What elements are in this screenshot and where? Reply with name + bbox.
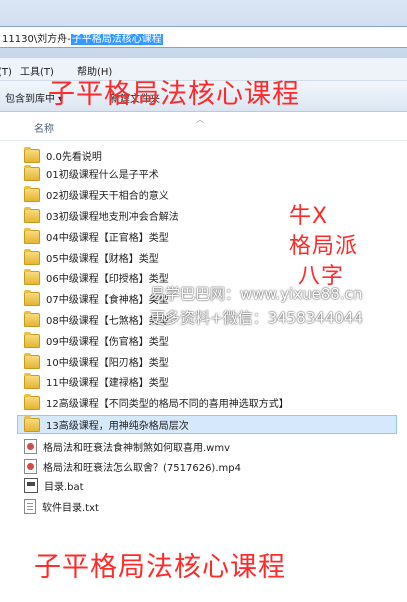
- address-path-prefix: 11130\刘方舟-: [2, 34, 71, 45]
- file-name: 03初级课程地支刑冲会合解法: [46, 212, 179, 223]
- file-name: 软件目录.txt: [42, 503, 99, 514]
- sort-caret-icon: ︿: [196, 115, 204, 124]
- file-list-item[interactable]: 03初级课程地支刑冲会合解法: [18, 206, 398, 225]
- file-name: 目录.bat: [44, 482, 84, 493]
- file-list-item[interactable]: 格局法和旺衰法怎么取舍？(7517626).mp4: [18, 457, 398, 476]
- overlay-title-bottom: 子平格局法核心课程: [34, 552, 286, 583]
- address-bar-area: 11130\刘方舟-子平格局法核心课程: [0, 0, 407, 59]
- column-header: ︿ 名称: [0, 112, 407, 141]
- file-list-item[interactable]: 02初级课程天干相合的意义: [18, 185, 398, 204]
- overlay-title-top: 子平格局法核心课程: [48, 79, 300, 110]
- watermark-line1: 易学巴巴网：www.yixue88.cn: [150, 285, 363, 303]
- folder-icon: [24, 415, 40, 432]
- file-name: 10中级课程【阳刃格】类型: [46, 358, 169, 369]
- file-name: 11中级课程【建禄格】类型: [46, 378, 169, 389]
- folder-icon: [24, 393, 40, 410]
- overlay-side-line2: 格局派: [289, 234, 359, 259]
- file-list-item[interactable]: 0.0先看说明: [18, 146, 398, 165]
- watermark-line2: 更多资料+微信：3458344044: [150, 309, 364, 327]
- file-list-item[interactable]: 软件目录.txt: [18, 497, 398, 516]
- folder-icon: [24, 310, 40, 327]
- file-name: 格局法和旺衰法怎么取舍？(7517626).mp4: [43, 463, 241, 474]
- folder-icon: [24, 331, 40, 348]
- folder-icon: [24, 289, 40, 306]
- file-name: 0.0先看说明: [46, 152, 102, 163]
- address-path-selected: 子平格局法核心课程: [70, 34, 163, 45]
- file-list-item[interactable]: 11中级课程【建禄格】类型: [18, 372, 398, 391]
- file-list-item[interactable]: 13高级课程，用神纯杂格局层次: [17, 415, 397, 434]
- batch-file-icon: [24, 478, 38, 493]
- folder-icon: [24, 352, 40, 369]
- video-file-icon: [24, 439, 37, 454]
- address-field[interactable]: 11130\刘方舟-子平格局法核心课程: [0, 26, 407, 48]
- file-list-item[interactable]: 09中级课程【伤官格】类型: [18, 331, 398, 350]
- file-name: 05中级课程【财格】类型: [46, 254, 159, 265]
- file-name: 04中级课程【正官格】类型: [46, 233, 169, 244]
- folder-icon: [24, 248, 40, 265]
- text-file-icon: [24, 499, 36, 514]
- menu-item-edit[interactable]: 具(T): [0, 63, 12, 78]
- folder-icon: [24, 185, 40, 202]
- folder-icon: [24, 372, 40, 389]
- file-name: 13高级课程，用神纯杂格局层次: [46, 421, 189, 432]
- folder-icon: [24, 164, 40, 181]
- file-name: 09中级课程【伤官格】类型: [46, 337, 169, 348]
- file-list-item[interactable]: 01初级课程什么是子平术: [18, 164, 398, 183]
- file-name: 01初级课程什么是子平术: [46, 170, 159, 181]
- folder-icon: [24, 227, 40, 244]
- file-name: 12高级课程【不同类型的格局不同的喜用神选取方式】: [46, 399, 289, 410]
- video-file-icon: [24, 459, 37, 474]
- folder-icon: [24, 268, 40, 285]
- file-name: 02初级课程天干相合的意义: [46, 191, 169, 202]
- column-header-name[interactable]: 名称: [34, 120, 54, 135]
- folder-icon: [24, 206, 40, 223]
- file-list-item[interactable]: 格局法和旺衰法食神制煞如何取喜用.wmv: [18, 437, 398, 456]
- file-list-item[interactable]: 目录.bat: [18, 476, 398, 495]
- folder-icon: [24, 146, 40, 163]
- file-list-item[interactable]: 10中级课程【阳刃格】类型: [18, 352, 398, 371]
- file-list-item[interactable]: 12高级课程【不同类型的格局不同的喜用神选取方式】: [18, 393, 398, 412]
- overlay-side-line1: 牛X: [289, 204, 329, 229]
- file-name: 格局法和旺衰法食神制煞如何取喜用.wmv: [43, 443, 231, 454]
